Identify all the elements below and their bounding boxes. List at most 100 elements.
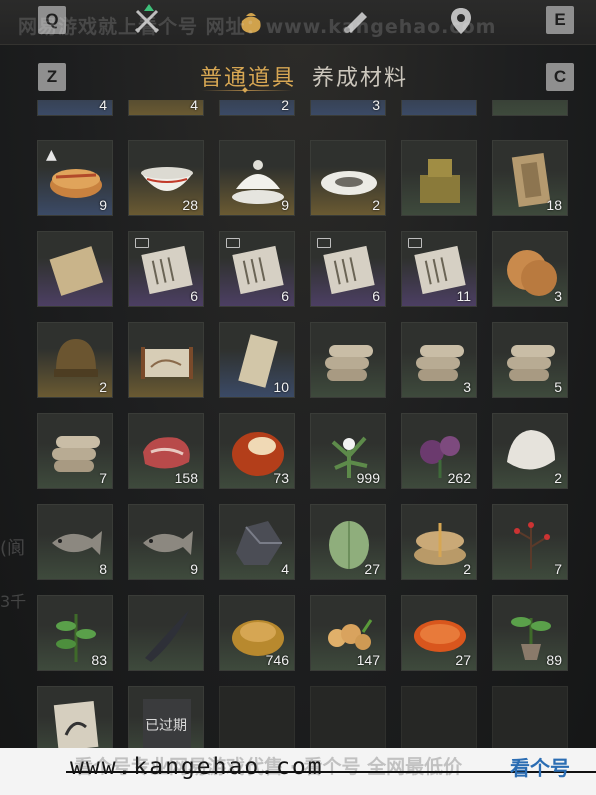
inventory-grid: 4 4 2 3 ▲ 9 28 9 2 18 6 6 6 11 3 2 10 3 5 7 158 73 999 262 2 8 9 4 2… [0,100,596,748]
inventory-slot[interactable]: 4 [219,504,295,580]
item-quantity: 11 [456,288,471,304]
upgrade-arrow-icon: ▲ [46,147,57,163]
item-quantity: 28 [182,197,198,213]
empty-slot [219,686,295,748]
item-quantity: 2 [554,470,562,486]
inventory-slot[interactable]: 89 [492,595,568,671]
inventory-slot[interactable] [401,140,477,216]
inventory-slot[interactable]: 已过期 [128,686,204,748]
new-item-badge-icon [135,238,149,248]
item-quantity: 2 [372,197,380,213]
footer-ghost-text: 看个号专业网易游戏代售 · 看个号 全网最低价 [74,756,463,778]
tab-general-items[interactable]: 普通道具 [200,60,296,92]
inventory-slot[interactable]: 6 [310,231,386,307]
item-quantity: 262 [447,470,471,486]
item-quantity: 6 [281,288,289,304]
inventory-slot[interactable]: 73 [219,413,295,489]
top-nav-bar: Q E 网易游戏就上看个号 网址：www.kangehao.com [0,0,596,45]
inventory-slot[interactable] [128,595,204,671]
logs-icon [416,345,464,381]
inventory-slot[interactable]: 158 [128,413,204,489]
inventory-slot[interactable]: 27 [401,595,477,671]
fish-icon [52,531,102,555]
inventory-slot[interactable]: 28 [128,140,204,216]
new-item-badge-icon [408,238,422,248]
inventory-slot[interactable]: 9 [219,140,295,216]
inventory-slot[interactable]: 147 [310,595,386,671]
inventory-slot[interactable]: 18 [492,140,568,216]
inventory-slot[interactable]: 83 [37,595,113,671]
manuscript-icon [232,245,284,295]
item-quantity: 4 [99,100,107,113]
black-feather-icon [145,610,189,662]
inventory-slot[interactable]: 746 [219,595,295,671]
inventory-slot[interactable]: 4 [128,100,204,116]
item-quantity: 147 [356,652,380,668]
logs-icon [52,436,100,472]
inventory-slot[interactable]: 2 [37,322,113,398]
inventory-slot[interactable]: 7 [37,413,113,489]
inventory-slot[interactable]: 2 [401,504,477,580]
item-quantity: 7 [554,561,562,577]
item-quantity: 27 [364,561,380,577]
inventory-slot[interactable]: 3 [492,231,568,307]
e-key-hint[interactable]: E [546,6,574,34]
inventory-slot[interactable]: 27 [310,504,386,580]
inventory-slot[interactable]: 11 [401,231,477,307]
item-quantity: 2 [463,561,471,577]
item-quantity: 2 [281,100,289,113]
item-quantity: 27 [455,652,471,668]
inventory-slot[interactable]: 2 [219,100,295,116]
logs-icon [507,345,555,381]
tab-cultivation-materials[interactable]: 养成材料 [312,60,408,92]
item-quantity: 6 [372,288,380,304]
item-quantity: 73 [273,470,289,486]
notification-dot [144,4,154,11]
inventory-slot[interactable]: 4 [37,100,113,116]
item-quantity: 4 [281,561,289,577]
inventory-slot[interactable]: 262 [401,413,477,489]
inventory-slot[interactable] [310,322,386,398]
item-quantity: 5 [554,379,562,395]
rice-sacks-icon [414,523,466,565]
manuscript-icon [323,245,375,295]
old-map-icon [49,246,104,296]
empty-slot [401,686,477,748]
lidded-bowl-icon [232,160,284,204]
inventory-slot[interactable]: 6 [128,231,204,307]
inventory-slot[interactable]: 7 [492,504,568,580]
inventory-slot[interactable]: ▲ 9 [37,140,113,216]
inventory-tabs: 普通道具 养成材料 [0,56,596,96]
item-quantity: 10 [273,379,289,395]
empty-slot [310,686,386,748]
ink-painting-icon [53,701,99,748]
inventory-slot[interactable] [37,686,113,748]
empty-slot [492,686,568,748]
item-quantity: 3 [372,100,380,113]
inventory-slot[interactable] [401,100,477,116]
inventory-slot[interactable]: 9 [128,504,204,580]
inventory-slot[interactable] [492,100,568,116]
inventory-slot[interactable] [37,231,113,307]
inventory-slot[interactable]: 2 [310,140,386,216]
inventory-slot[interactable]: 8 [37,504,113,580]
logs-icon [325,345,373,381]
inventory-slot[interactable]: 2 [492,413,568,489]
inventory-slot[interactable]: 3 [401,322,477,398]
inventory-slot[interactable]: 6 [219,231,295,307]
helmet-icon [54,339,98,377]
item-quantity: 4 [190,100,198,113]
flatbread-icon [507,250,557,296]
item-quantity: 9 [190,561,198,577]
new-item-badge-icon [317,238,331,248]
item-quantity: 7 [99,470,107,486]
inventory-slot[interactable]: 5 [492,322,568,398]
bronze-seal-icon [420,159,460,203]
item-quantity: 6 [190,288,198,304]
inventory-slot[interactable]: 10 [219,322,295,398]
inventory-slot[interactable]: 999 [310,413,386,489]
inventory-slot[interactable]: 3 [310,100,386,116]
inventory-slot[interactable] [128,322,204,398]
item-quantity: 83 [91,652,107,668]
fur-pelt-icon [507,430,555,470]
